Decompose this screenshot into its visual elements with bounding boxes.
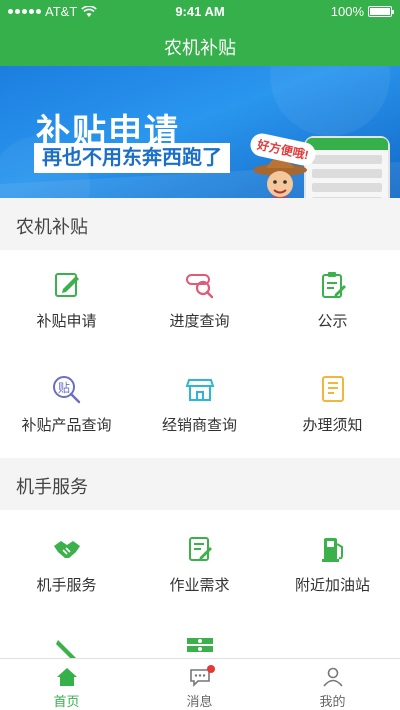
grid-item-nearby-fuel[interactable]: 附近加油站: [266, 534, 399, 595]
bottom-tab-bar: 首页 消息 我的: [0, 658, 400, 710]
grid-item-product-query[interactable]: 贴 补贴产品查询: [0, 374, 133, 435]
grid-item-label: 作业需求: [169, 577, 230, 594]
grid-item-label: 公示: [317, 313, 348, 330]
battery-group: 100%: [330, 4, 394, 19]
svg-text:贴: 贴: [58, 381, 70, 395]
clipboard-icon: [321, 272, 346, 298]
grid-item-label: 进度查询: [169, 313, 230, 330]
section-header-operator: 机手服务: [0, 458, 400, 510]
grid-item-label: 办理须知: [302, 417, 363, 434]
grid-item-label: 补贴产品查询: [21, 417, 112, 434]
home-icon: [56, 668, 77, 686]
handshake-icon: [53, 541, 80, 558]
section-title: 机手服务: [16, 477, 88, 497]
task-icon: [188, 537, 212, 561]
tab-label: 首页: [53, 694, 80, 709]
section-title: 农机补贴: [16, 217, 88, 237]
banner-phone-illustration: [304, 136, 390, 198]
battery-icon: [368, 6, 394, 17]
grid-item-announcement[interactable]: 公示: [266, 270, 399, 331]
grid-item-label: 补贴申请: [36, 313, 97, 330]
promo-banner[interactable]: 补贴申请 再也不用东奔西跑了 好方便哦!: [0, 66, 400, 198]
store-icon: [185, 379, 214, 401]
grid-item-progress-query[interactable]: 进度查询: [133, 270, 266, 331]
edit-icon: [54, 273, 79, 297]
tab-label: 我的: [319, 694, 346, 709]
grid-item-operator-service[interactable]: 机手服务: [0, 534, 133, 595]
battery-percent: 100%: [330, 4, 364, 19]
grid-item-dealer-query[interactable]: 经销商查询: [133, 374, 266, 435]
unread-badge: [207, 665, 215, 673]
subsidy-search-icon: 贴: [52, 376, 80, 404]
status-bar: AT&T 9:41 AM 100%: [0, 0, 400, 22]
banner-subline: 再也不用东奔西跑了: [34, 143, 230, 173]
grid-item-subsidy-apply[interactable]: 补贴申请: [0, 270, 133, 331]
grid-item-label: 附近加油站: [294, 577, 370, 594]
search-progress-icon: [185, 274, 213, 299]
tab-profile[interactable]: 我的: [266, 667, 399, 710]
user-icon: [322, 667, 343, 687]
notice-icon: [321, 376, 344, 402]
grid-item-work-demand[interactable]: 作业需求: [133, 534, 266, 595]
grid-item-label: 机手服务: [36, 577, 97, 594]
grid-item-label: 经销商查询: [161, 417, 237, 434]
page-title: 农机补贴: [164, 38, 236, 58]
grid-item-guide[interactable]: 办理须知: [266, 374, 399, 435]
section-header-subsidy: 农机补贴: [0, 198, 400, 250]
tab-home[interactable]: 首页: [0, 667, 133, 710]
operator-grid: 机手服务 作业需求 附近加油站: [0, 510, 400, 662]
tab-label: 消息: [186, 694, 213, 709]
subsidy-grid: 补贴申请 进度查询 公示 贴 补贴产品查询 经销商查询 办理须知: [0, 250, 400, 458]
tab-messages[interactable]: 消息: [133, 665, 266, 710]
fuel-icon: [321, 538, 343, 562]
app-header: AT&T 9:41 AM 100% 农机补贴: [0, 0, 400, 66]
